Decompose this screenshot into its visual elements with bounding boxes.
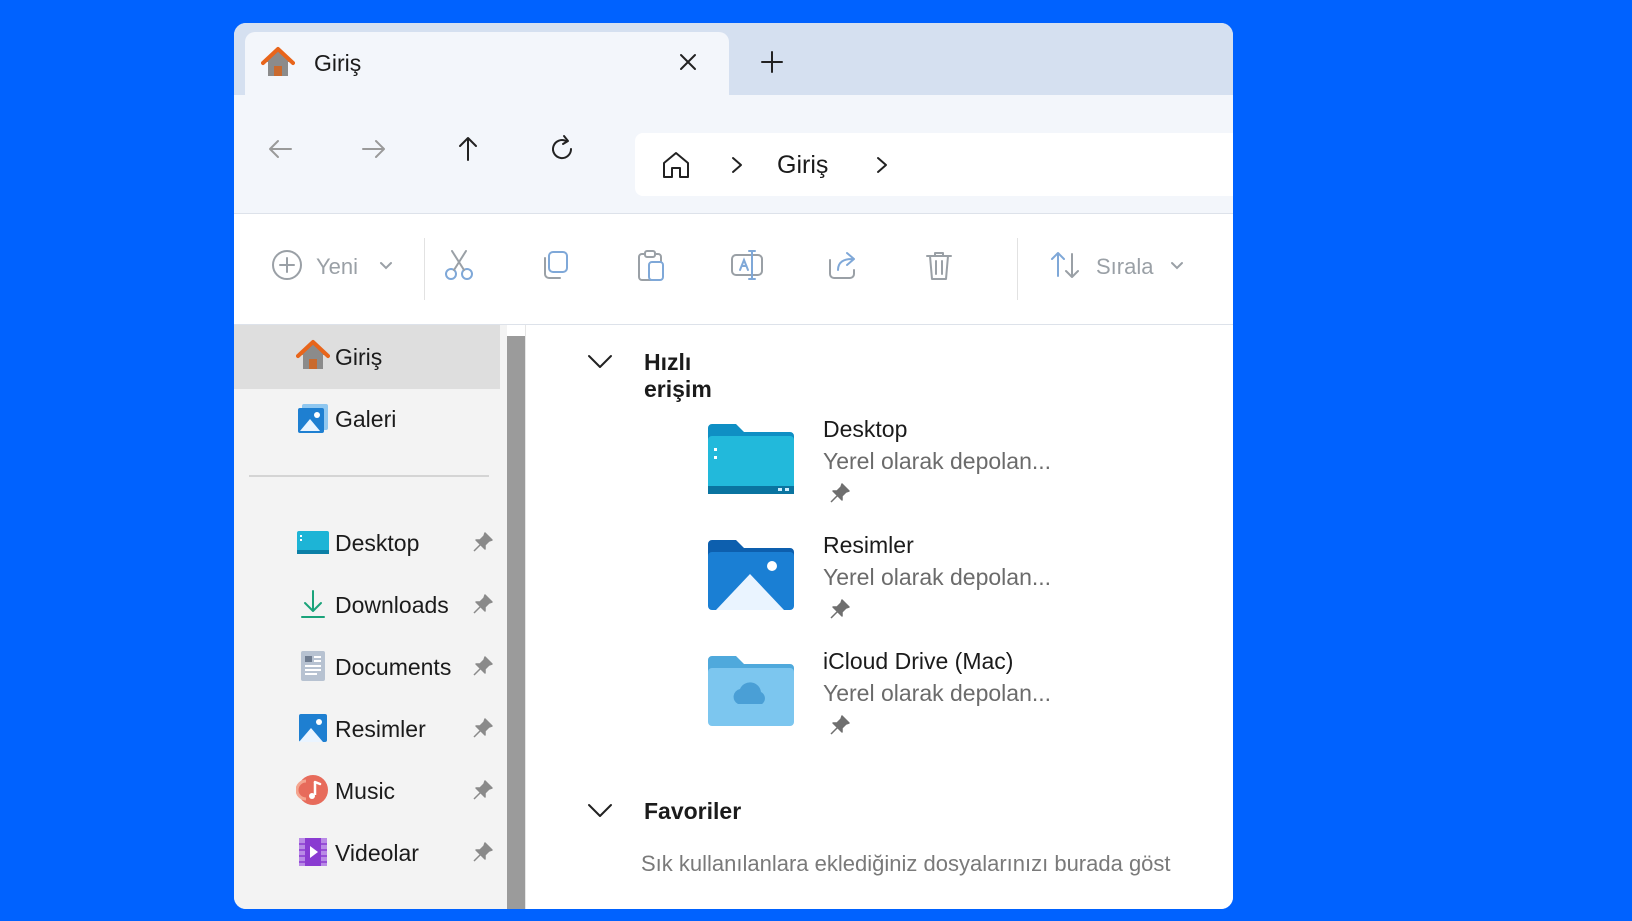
pin-icon[interactable] bbox=[472, 841, 494, 863]
quick-access-item-desktop[interactable]: Desktop Yerel olarak depolan... bbox=[706, 416, 1206, 528]
close-tab-icon[interactable] bbox=[674, 48, 702, 76]
documents-icon bbox=[301, 651, 325, 681]
sidebar-item-label: Galeri bbox=[335, 406, 397, 432]
delete-button[interactable] bbox=[922, 248, 962, 288]
home-icon bbox=[296, 340, 330, 369]
share-button[interactable] bbox=[826, 248, 866, 288]
copy-icon bbox=[544, 251, 568, 279]
section-title: Favoriler bbox=[644, 798, 742, 824]
navigation-bar: Giriş bbox=[234, 95, 1233, 214]
pictures-icon bbox=[299, 714, 327, 742]
chevron-down-icon bbox=[1171, 262, 1183, 270]
pin-icon bbox=[830, 715, 850, 735]
item-name: iCloud Drive (Mac) bbox=[823, 648, 1014, 674]
item-description: Yerel olarak depolan... bbox=[823, 448, 1052, 474]
sidebar-item-label: Downloads bbox=[335, 592, 449, 618]
section-title: Hızlı erişim bbox=[644, 349, 712, 402]
pictures-folder-icon bbox=[708, 540, 794, 610]
cut-button[interactable] bbox=[442, 248, 482, 288]
quick-access-item-icloud-drive[interactable]: iCloud Drive (Mac) Yerel olarak depolan.… bbox=[706, 648, 1206, 760]
chevron-down-icon[interactable] bbox=[586, 353, 614, 371]
new-tab-icon[interactable] bbox=[759, 49, 785, 75]
pin-icon bbox=[830, 599, 850, 619]
item-description: Yerel olarak depolan... bbox=[823, 564, 1052, 590]
share-icon bbox=[829, 252, 855, 279]
rename-button[interactable] bbox=[730, 248, 770, 288]
pin-icon[interactable] bbox=[472, 655, 494, 677]
up-icon[interactable] bbox=[452, 133, 484, 165]
item-name: Desktop bbox=[823, 416, 908, 442]
copy-button[interactable] bbox=[538, 248, 578, 288]
desktop-folder-icon bbox=[708, 424, 794, 494]
download-icon bbox=[301, 590, 325, 618]
videos-icon bbox=[299, 838, 327, 866]
sidebar-item-label: Videolar bbox=[335, 840, 419, 866]
new-button-label: Yeni bbox=[316, 254, 359, 279]
item-name: Resimler bbox=[823, 532, 914, 558]
tab-title: Giriş bbox=[314, 50, 362, 76]
pin-icon bbox=[830, 483, 850, 503]
toolbar-separator bbox=[1017, 238, 1018, 300]
content-pane: Hızlı erişim Desktop Yerel olarak depola… bbox=[525, 325, 1233, 909]
rename-icon bbox=[731, 250, 763, 280]
item-description: Yerel olarak depolan... bbox=[823, 680, 1052, 706]
back-icon[interactable] bbox=[264, 133, 296, 165]
sort-icon bbox=[1051, 252, 1079, 278]
pin-icon[interactable] bbox=[472, 531, 494, 553]
sidebar-item-label: Desktop bbox=[335, 530, 420, 556]
add-circle-icon bbox=[272, 250, 302, 280]
sidebar-item-documents[interactable]: Documents bbox=[234, 635, 500, 699]
sidebar-item-videos[interactable]: Videolar bbox=[234, 821, 500, 885]
tab-strip: Giriş bbox=[234, 23, 1233, 95]
desktop-folder-icon bbox=[297, 531, 329, 554]
refresh-icon[interactable] bbox=[546, 133, 578, 165]
sidebar-divider bbox=[249, 475, 489, 477]
pin-icon[interactable] bbox=[472, 779, 494, 801]
sidebar-gutter bbox=[500, 325, 507, 909]
sidebar-item-home[interactable]: Giriş bbox=[234, 325, 500, 389]
chevron-down-icon[interactable] bbox=[586, 802, 614, 820]
tab-home[interactable]: Giriş bbox=[245, 32, 729, 95]
scissors-icon bbox=[445, 250, 473, 280]
sidebar-item-downloads[interactable]: Downloads bbox=[234, 573, 500, 637]
music-icon bbox=[296, 775, 328, 805]
chevron-down-icon bbox=[380, 262, 392, 270]
pin-icon[interactable] bbox=[472, 717, 494, 739]
sidebar-item-label: Music bbox=[335, 778, 396, 804]
command-bar: Yeni Sırala bbox=[234, 214, 1233, 325]
sort-button-label: Sırala bbox=[1096, 254, 1154, 279]
address-home-icon[interactable] bbox=[659, 148, 693, 182]
sidebar-scrollbar[interactable] bbox=[507, 336, 525, 909]
chevron-right-icon[interactable] bbox=[728, 155, 746, 175]
favorites-empty-message: Sık kullanılanlara eklediğiniz dosyaları… bbox=[641, 851, 1171, 876]
sidebar-item-label: Giriş bbox=[335, 344, 383, 370]
home-icon bbox=[261, 47, 295, 76]
forward-icon[interactable] bbox=[358, 133, 390, 165]
sidebar-item-music[interactable]: Music bbox=[234, 759, 500, 823]
navigation-pane: Giriş Galeri Desktop Downloads Documents… bbox=[234, 325, 500, 909]
sidebar-item-desktop[interactable]: Desktop bbox=[234, 511, 500, 575]
chevron-right-icon[interactable] bbox=[873, 155, 891, 175]
new-button[interactable]: Yeni bbox=[270, 248, 400, 288]
file-explorer-window: Giriş Giriş Yeni Sırala Giriş Galeri Des… bbox=[234, 23, 1233, 909]
sidebar-item-label: Resimler bbox=[335, 716, 426, 742]
sort-button[interactable]: Sırala bbox=[1048, 248, 1198, 288]
toolbar-separator bbox=[424, 238, 425, 300]
quick-access-item-pictures[interactable]: Resimler Yerel olarak depolan... bbox=[706, 532, 1206, 644]
icloud-folder-icon bbox=[708, 656, 794, 726]
paste-icon bbox=[638, 250, 664, 281]
pin-icon[interactable] bbox=[472, 593, 494, 615]
breadcrumb-home[interactable]: Giriş bbox=[777, 151, 828, 180]
trash-icon bbox=[926, 252, 952, 280]
sidebar-item-label: Documents bbox=[335, 654, 452, 680]
address-bar[interactable]: Giriş bbox=[635, 133, 1233, 196]
gallery-icon bbox=[298, 404, 328, 433]
paste-button[interactable] bbox=[634, 248, 674, 288]
sidebar-item-pictures[interactable]: Resimler bbox=[234, 697, 500, 761]
sidebar-item-gallery[interactable]: Galeri bbox=[234, 387, 500, 451]
